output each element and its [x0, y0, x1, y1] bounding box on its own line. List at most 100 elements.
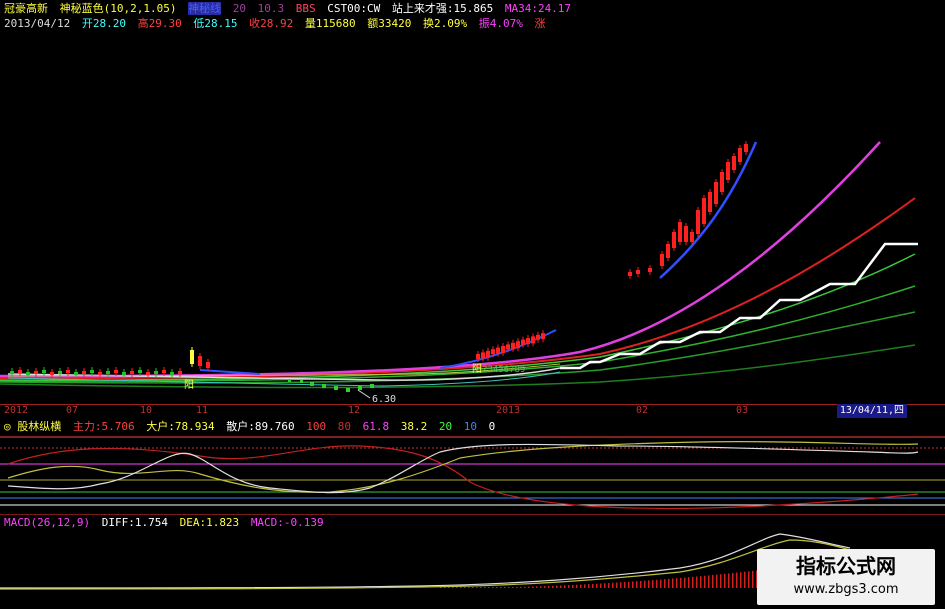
macd-bar-704 [704, 575, 706, 588]
indicator-name[interactable]: 神秘蓝色(10,2,1.05) [60, 2, 177, 15]
macd-bar-500 [500, 587, 502, 588]
macd-bar-560 [560, 585, 562, 588]
macd-bar-728 [728, 573, 730, 588]
quote-amount: 额33420 [367, 17, 412, 30]
quote-amplitude: 振4.07% [478, 17, 523, 30]
xtick-4: 12 [348, 405, 361, 416]
panel-divider [0, 514, 945, 515]
ma-line-red [0, 197, 916, 380]
macd-bar-552 [552, 585, 554, 588]
macd-bar-472 [472, 587, 474, 588]
site-watermark: 指标公式网 www.zbgs3.com [757, 549, 935, 605]
macd-bar-676 [676, 578, 678, 588]
legend-0: 神秘线 [188, 2, 222, 15]
legend-5: 站上来才强:15.865 [391, 2, 494, 15]
macd-bar-484 [484, 587, 486, 588]
legend-4: CST00:CW [327, 2, 381, 15]
macd-header: MACD(26,12,9) DIFF:1.754 DEA:1.823 MACD:… [4, 516, 329, 530]
macd-bar-520 [520, 586, 522, 588]
macd-bar-636 [636, 581, 638, 588]
macd-bar-652 [652, 580, 654, 588]
macd-bar-608 [608, 583, 610, 588]
kline-chart[interactable]: 阳 阳 23456789 6.30 [0, 32, 945, 404]
macd-bar-644 [644, 580, 646, 588]
quote-high: 高29.30 [137, 17, 182, 30]
macd-bar-504 [504, 587, 506, 588]
x-axis: 2012 07 10 11 12 2013 02 03 13/04/11,四 [0, 404, 945, 420]
macd-bar-640 [640, 580, 642, 588]
macd-bar-516 [516, 586, 518, 588]
macd-bar-528 [528, 586, 530, 588]
candles-group [10, 141, 748, 378]
indicator-title[interactable]: 股林纵横 [17, 420, 61, 433]
level-6: 0 [488, 420, 496, 433]
xtick-2: 10 [140, 405, 153, 416]
macd-bar-572 [572, 584, 574, 588]
macd-bar-744 [744, 571, 746, 588]
macd-bar-524 [524, 586, 526, 588]
macd-bar-716 [716, 574, 718, 588]
macd-bar-700 [700, 576, 702, 588]
xtick-1: 07 [66, 405, 79, 416]
macd-title[interactable]: MACD(26,12,9) [4, 516, 90, 529]
indicator-header: ◎ 股林纵横 主力:5.706 大户:78.934 散户:89.760 100 … [4, 420, 500, 434]
quote-turnover: 换2.09% [422, 17, 468, 30]
circle-icon: ◎ [4, 420, 11, 433]
ma-line-magenta [0, 141, 881, 378]
ma-line-green-1 [0, 253, 916, 381]
macd-diff: DIFF:1.754 [101, 516, 168, 529]
macd-bar-628 [628, 581, 630, 588]
indicator-panel[interactable] [0, 434, 945, 514]
macd-bar-544 [544, 586, 546, 588]
macd-bar-656 [656, 579, 658, 588]
macd-bar-496 [496, 587, 498, 588]
macd-bar-620 [620, 582, 622, 588]
macd-dea-line [0, 539, 851, 590]
macd-bar-604 [604, 583, 606, 588]
main-force-line [7, 445, 919, 510]
macd-bar-576 [576, 584, 578, 588]
macd-bar-720 [720, 574, 722, 588]
quote-open: 开28.20 [81, 17, 126, 30]
macd-bar-688 [688, 577, 690, 588]
macd-bar-564 [564, 585, 566, 588]
macd-bar-476 [476, 587, 478, 588]
macd-bar-648 [648, 580, 650, 588]
xtick-5: 2013 [496, 405, 521, 416]
macd-bar-452 [452, 587, 454, 588]
level-5: 10 [463, 420, 477, 433]
macd-bar-624 [624, 582, 626, 588]
macd-bar-584 [584, 584, 586, 588]
macd-bar-612 [612, 582, 614, 588]
macd-bar-556 [556, 585, 558, 588]
macd-bar-580 [580, 584, 582, 588]
xtick-6: 02 [636, 405, 649, 416]
macd-bar-540 [540, 586, 542, 588]
xtick-0: 2012 [4, 405, 29, 416]
macd-bar-592 [592, 583, 594, 588]
macd-bar-548 [548, 585, 550, 588]
quote-date: 2013/04/12 [4, 17, 71, 30]
macd-bar-600 [600, 583, 602, 588]
quote-volume: 量115680 [304, 17, 356, 30]
cursor-date: 13/04/11,四 [836, 404, 907, 418]
quote-low: 低28.15 [193, 17, 238, 30]
macd-bar-632 [632, 581, 634, 588]
stock-name[interactable]: 冠豪高新 [4, 2, 48, 15]
watermark-title: 指标公式网 [796, 554, 896, 578]
macd-bar-468 [468, 587, 470, 588]
macd-bar-672 [672, 578, 674, 588]
macd-bar-696 [696, 576, 698, 588]
macd-bar-456 [456, 587, 458, 588]
macd-bar-488 [488, 587, 490, 588]
macd-bar-480 [480, 587, 482, 588]
macd-bar-664 [664, 579, 666, 588]
quote-trend: 涨 [534, 17, 546, 30]
macd-bar-568 [568, 585, 570, 588]
low-price-label: 6.30 [372, 394, 396, 404]
level-2: 61.8 [362, 420, 390, 433]
macd-bar-536 [536, 586, 538, 588]
level-0: 100 [306, 420, 327, 433]
macd-bar-748 [748, 571, 750, 588]
level-1: 80 [337, 420, 351, 433]
